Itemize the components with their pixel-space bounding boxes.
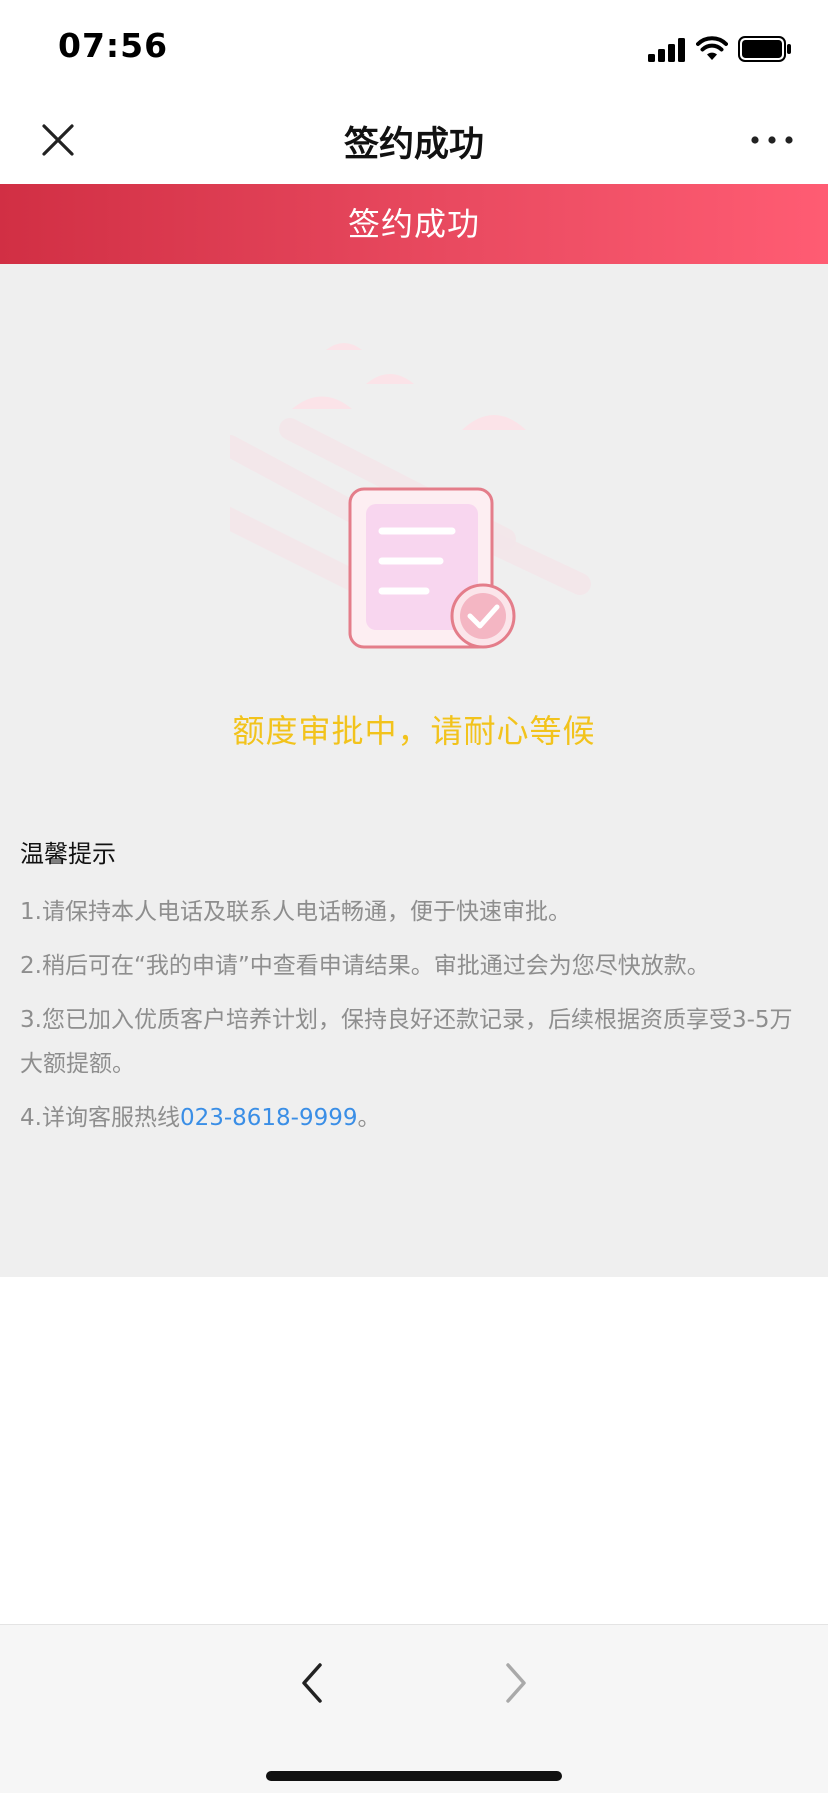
tip-hotline-label: 4.详询客服热线 — [20, 1105, 180, 1131]
signal-icon — [648, 38, 685, 62]
tip-item: 3.您已加入优质客户培养计划，保持良好还款记录，后续根据资质享受3-5万大额提额… — [20, 1007, 793, 1077]
nav-bar: 签约成功 — [0, 96, 828, 184]
document-check-icon — [230, 343, 591, 649]
home-indicator — [266, 1771, 562, 1781]
wifi-icon — [696, 36, 728, 60]
tip-suffix: 。 — [357, 1105, 381, 1131]
tips-title: 温馨提示 — [20, 840, 116, 868]
tips-list: 1.请保持本人电话及联系人电话畅通，便于快速审批。 2.稍后可在“我的申请”中查… — [20, 890, 810, 1150]
forward-button[interactable] — [496, 1655, 536, 1711]
more-icon — [751, 136, 793, 144]
back-button[interactable] — [292, 1655, 332, 1711]
forward-arrow-icon — [506, 1663, 526, 1703]
tip-item: 4.详询客服热线023-8618-9999。 — [20, 1096, 810, 1140]
hotline-link[interactable]: 023-8618-9999 — [180, 1105, 358, 1131]
status-bar: 07:56 — [0, 0, 828, 96]
back-arrow-icon — [302, 1663, 322, 1703]
more-button[interactable] — [750, 130, 794, 150]
page-title: 签约成功 — [343, 125, 484, 165]
main-content: 额度审批中，请耐心等候 温馨提示 1.请保持本人电话及联系人电话畅通，便于快速审… — [0, 264, 828, 1277]
approval-status-message: 额度审批中，请耐心等候 — [232, 712, 596, 750]
success-banner: 签约成功 — [0, 184, 828, 264]
status-time: 07:56 — [58, 26, 169, 65]
status-icons — [648, 34, 792, 62]
browser-toolbar — [0, 1624, 828, 1793]
tip-item: 1.请保持本人电话及联系人电话畅通，便于快速审批。 — [20, 899, 571, 925]
tip-item: 2.稍后可在“我的申请”中查看申请结果。审批通过会为您尽快放款。 — [20, 953, 710, 979]
battery-icon — [738, 36, 791, 62]
